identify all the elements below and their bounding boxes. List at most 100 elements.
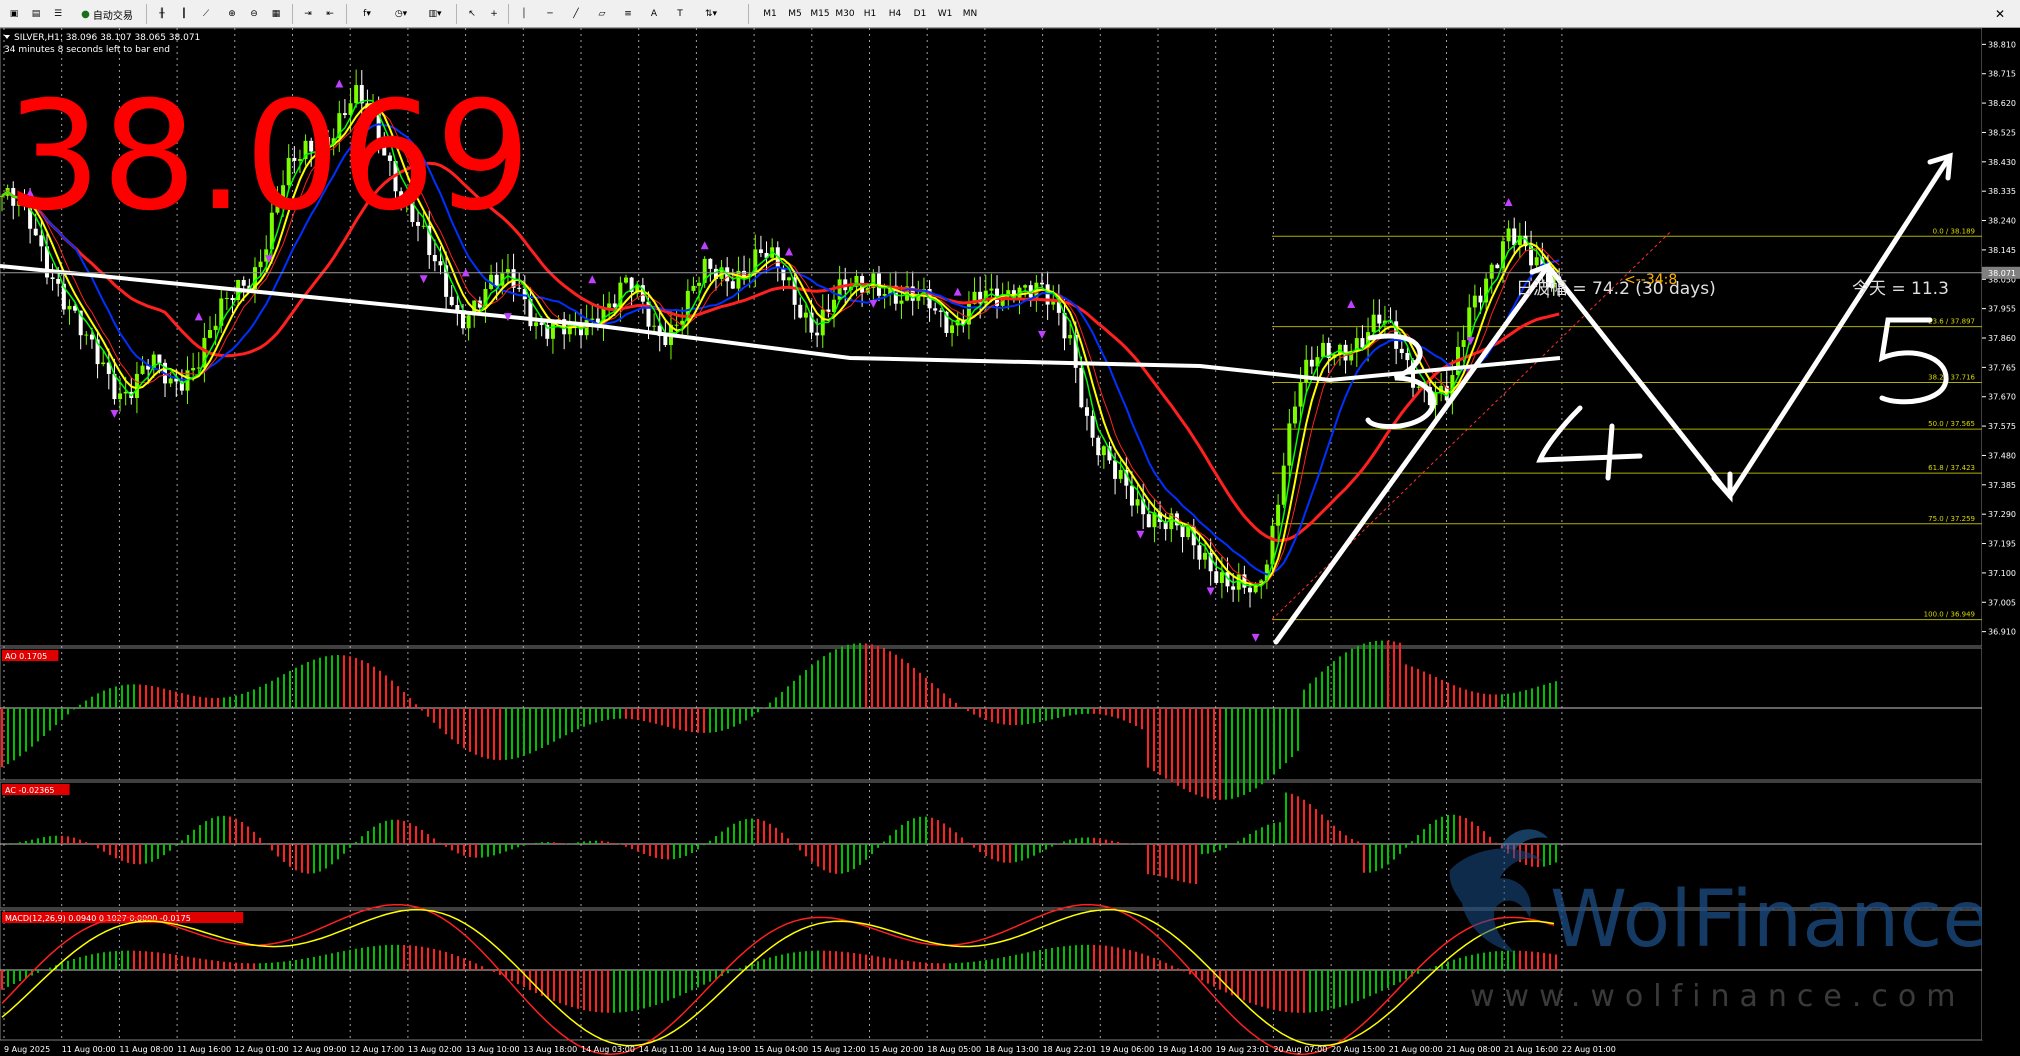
timeframe-m30-button[interactable]: M30 (833, 4, 857, 24)
fibo-level-label: 38.2 / 37.716 (1928, 374, 1975, 382)
price-tick-label: 37.195 (1988, 540, 2016, 549)
crosshair-icon[interactable]: + (484, 4, 504, 24)
candle-body (230, 297, 235, 301)
new-chart-icon[interactable]: ▣ (4, 4, 24, 24)
candle-body (466, 315, 471, 329)
timeframe-m15-button[interactable]: M15 (808, 4, 832, 24)
candle-body (191, 367, 196, 371)
candle-body (196, 367, 201, 369)
arrows-icon[interactable]: ⇅▾ (696, 4, 726, 24)
price-tick-label: 37.765 (1988, 363, 2016, 372)
candle-body (140, 365, 145, 374)
candle-body (224, 297, 229, 299)
timeframe-d1-button[interactable]: D1 (908, 4, 932, 24)
auto-trading-button[interactable]: ● 自动交易 (74, 4, 140, 24)
candle-body (697, 282, 702, 286)
price-tick-label: 38.525 (1988, 128, 2016, 137)
candle-body (118, 393, 123, 400)
timeframe-h1-button[interactable]: H1 (858, 4, 882, 24)
candle-body (1298, 382, 1303, 407)
time-tick-label: 12 Aug 01:00 (235, 1045, 289, 1054)
price-tick-label: 38.810 (1988, 40, 2016, 49)
time-tick-label: 19 Aug 23:01 (1216, 1045, 1270, 1054)
candle-body (1276, 504, 1281, 526)
trendline-icon[interactable]: ╱ (566, 4, 586, 24)
fibo-level-label: 23.6 / 37.897 (1928, 318, 1975, 326)
candle-body (455, 304, 460, 311)
candle-body (1478, 295, 1483, 303)
templates-icon[interactable]: ▥▾ (420, 4, 450, 24)
candle-body (258, 261, 263, 268)
zoom-in-icon[interactable]: ⊕ (222, 4, 242, 24)
fibonacci-icon[interactable]: ≡ (618, 4, 638, 24)
auto-trading-icon: ● (81, 8, 90, 20)
candle-body (1006, 290, 1011, 295)
channel-icon[interactable]: ▱ (592, 4, 612, 24)
candle-body (787, 277, 792, 281)
fibo-level-label: 61.8 / 37.423 (1928, 464, 1975, 472)
time-tick-label: 14 Aug 11:00 (639, 1045, 693, 1054)
timeframe-h4-button[interactable]: H4 (883, 4, 907, 24)
auto-scroll-icon[interactable]: ⇥ (298, 4, 318, 24)
timeframe-m1-button[interactable]: M1 (758, 4, 782, 24)
market-watch-icon[interactable]: ☰ (48, 4, 68, 24)
big-price: 38.069 (6, 70, 531, 244)
price-tick-label: 38.430 (1988, 158, 2016, 167)
candle-body (1203, 552, 1208, 560)
auto-trading-label: 自动交易 (92, 10, 133, 22)
time-tick-label: 14 Aug 19:00 (696, 1045, 750, 1054)
profiles-icon[interactable]: ▤ (26, 4, 46, 24)
zoom-out-icon[interactable]: ⊖ (244, 4, 264, 24)
timeframe-mn-button[interactable]: MN (958, 4, 982, 24)
time-tick-label: 9 Aug 2025 (4, 1045, 50, 1054)
timeframe-w1-button[interactable]: W1 (933, 4, 957, 24)
watermark-brand: WolFinance (1550, 875, 1990, 965)
chart-shift-icon[interactable]: ⇤ (320, 4, 340, 24)
fibo-level-label: 0.0 / 38.189 (1933, 227, 1975, 235)
price-tick-label: 37.290 (1988, 510, 2016, 519)
candlestick-icon[interactable]: ┃ (174, 4, 194, 24)
text-icon[interactable]: A (644, 4, 664, 24)
periods-icon[interactable]: ◷▾ (386, 4, 416, 24)
toolbar-separator (748, 4, 749, 24)
cursor-icon[interactable]: ↖ (462, 4, 482, 24)
price-tick-label: 38.240 (1988, 217, 2016, 226)
candle-body (1506, 228, 1511, 242)
candle-body (1129, 485, 1134, 506)
fibo-level-label: 100.0 / 36.949 (1924, 611, 1975, 619)
time-tick-label: 18 Aug 13:00 (985, 1045, 1039, 1054)
candle-body (1219, 572, 1224, 583)
indicators-icon[interactable]: f▾ (352, 4, 382, 24)
toolbar-separator (146, 4, 147, 24)
price-tick-label: 37.955 (1988, 305, 2016, 314)
time-tick-label: 21 Aug 00:00 (1389, 1045, 1443, 1054)
text-label-icon[interactable]: T (670, 4, 690, 24)
time-tick-label: 14 Aug 03:00 (581, 1045, 635, 1054)
chart-area[interactable]: 0.0 / 38.189 23.6 / 37.897 38.2 / 37.716 50… (0, 28, 2020, 1056)
timeframe-m5-button[interactable]: M5 (783, 4, 807, 24)
candle-body (1371, 314, 1376, 333)
current-price-label: 38.071 (1988, 269, 2016, 278)
candle-body (652, 325, 657, 327)
line-chart-icon[interactable]: ⟋ (196, 4, 216, 24)
candle-body (1321, 342, 1326, 358)
candle-body (1248, 587, 1252, 593)
bar-chart-icon[interactable]: ╫ (152, 4, 172, 24)
toolbar: ▣ ▤ ☰ ● 自动交易 ╫ ┃ ⟋ ⊕ ⊖ ▦ ⇥ ⇤ f▾ ◷▾ ▥▾ ↖ +… (0, 0, 2020, 28)
candle-body (534, 322, 539, 327)
time-tick-label: 15 Aug 04:00 (754, 1045, 808, 1054)
fibo-level-label: 75.0 / 37.259 (1928, 515, 1975, 523)
candle-body (674, 324, 679, 326)
time-tick-label: 21 Aug 08:00 (1447, 1045, 1501, 1054)
close-icon[interactable]: ✕ (1992, 6, 2008, 22)
horizontal-line-icon[interactable]: ─ (540, 4, 560, 24)
vertical-line-icon[interactable]: │ (514, 4, 534, 24)
candle-body (1101, 446, 1106, 456)
tile-windows-icon[interactable]: ▦ (266, 4, 286, 24)
candle-body (449, 296, 454, 305)
candle-body (1489, 264, 1494, 279)
time-tick-label: 13 Aug 10:00 (466, 1045, 520, 1054)
candle-body (1023, 285, 1028, 288)
candle-body (1287, 423, 1292, 466)
time-tick-label: 18 Aug 22:01 (1043, 1045, 1097, 1054)
